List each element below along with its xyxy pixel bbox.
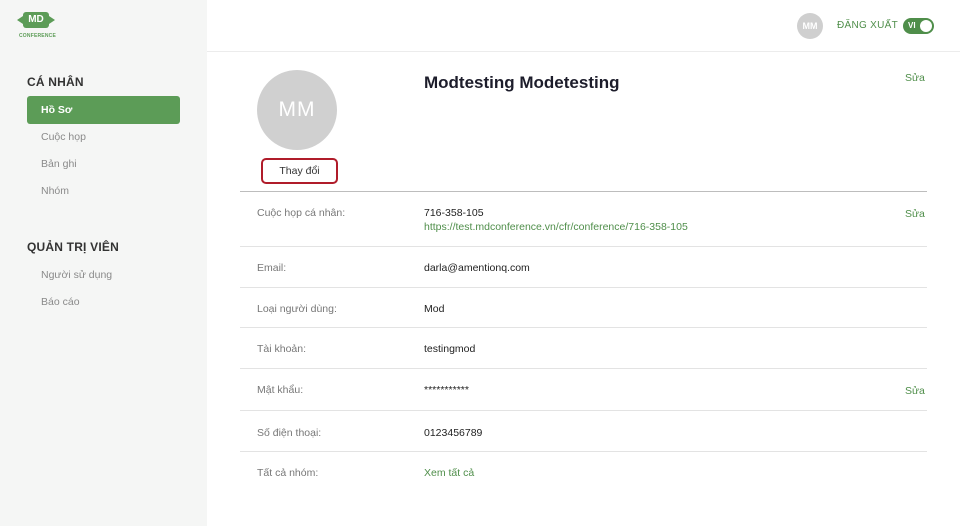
field-label-personal-meeting: Cuộc họp cá nhân:	[257, 207, 346, 219]
profile-name: Modtesting Modetesting	[424, 73, 620, 92]
language-label: VI	[908, 21, 916, 30]
toggle-knob	[920, 20, 932, 32]
field-label-password: Mật khẩu:	[257, 384, 304, 396]
field-label-user-type: Loại người dùng:	[257, 303, 337, 315]
row-divider	[240, 246, 927, 247]
field-value-phone: 0123456789	[424, 427, 483, 439]
divider	[240, 191, 927, 192]
row-divider	[240, 327, 927, 328]
sidebar-item-recordings[interactable]: Bản ghi	[27, 150, 180, 178]
language-toggle[interactable]: VI	[903, 18, 934, 34]
sidebar-item-meetings[interactable]: Cuộc họp	[27, 123, 180, 151]
personal-meeting-link[interactable]: https://test.mdconference.vn/cfr/confere…	[424, 221, 688, 233]
change-avatar-button[interactable]: Thay đổi	[261, 158, 338, 184]
sidebar-item-reports[interactable]: Báo cáo	[27, 288, 180, 316]
view-all-groups-link[interactable]: Xem tất cả	[424, 467, 474, 479]
mdconference-logo[interactable]: MD CONFERENCE	[17, 12, 57, 42]
field-label-email: Email:	[257, 262, 287, 274]
profile-avatar: MM	[257, 70, 337, 150]
section-title-personal: CÁ NHÂN	[27, 75, 84, 89]
section-title-admin: QUẢN TRỊ VIÊN	[27, 240, 119, 254]
logout-link[interactable]: ĐĂNG XUẤT	[837, 20, 898, 31]
sidebar: MD CONFERENCE CÁ NHÂN Hồ Sơ Cuộc họp Bản…	[0, 0, 207, 526]
field-value-account: testingmod	[424, 343, 476, 355]
field-value-user-type: Mod	[424, 303, 445, 315]
logo-mark: MD	[17, 12, 55, 28]
row-divider	[240, 451, 927, 452]
edit-name-link[interactable]: Sửa	[905, 72, 925, 84]
logo-text: CONFERENCE	[19, 33, 57, 39]
sidebar-item-users[interactable]: Người sử dụng	[27, 261, 180, 289]
row-divider	[240, 368, 927, 369]
edit-password-link[interactable]: Sửa	[905, 385, 925, 397]
field-value-email: darla@amentionq.com	[424, 262, 530, 274]
field-value-password: ***********	[424, 384, 469, 396]
row-divider	[240, 410, 927, 411]
field-label-account: Tài khoản:	[257, 343, 307, 355]
row-divider	[240, 287, 927, 288]
field-value-personal-meeting: 716-358-105	[424, 207, 484, 219]
user-avatar[interactable]: MM	[797, 13, 823, 39]
edit-personal-meeting-link[interactable]: Sửa	[905, 208, 925, 220]
sidebar-item-groups[interactable]: Nhóm	[27, 177, 180, 205]
field-label-phone: Số điện thoại:	[257, 427, 322, 439]
sidebar-item-profile[interactable]: Hồ Sơ	[27, 96, 180, 124]
field-label-all-groups: Tất cả nhóm:	[257, 467, 319, 479]
